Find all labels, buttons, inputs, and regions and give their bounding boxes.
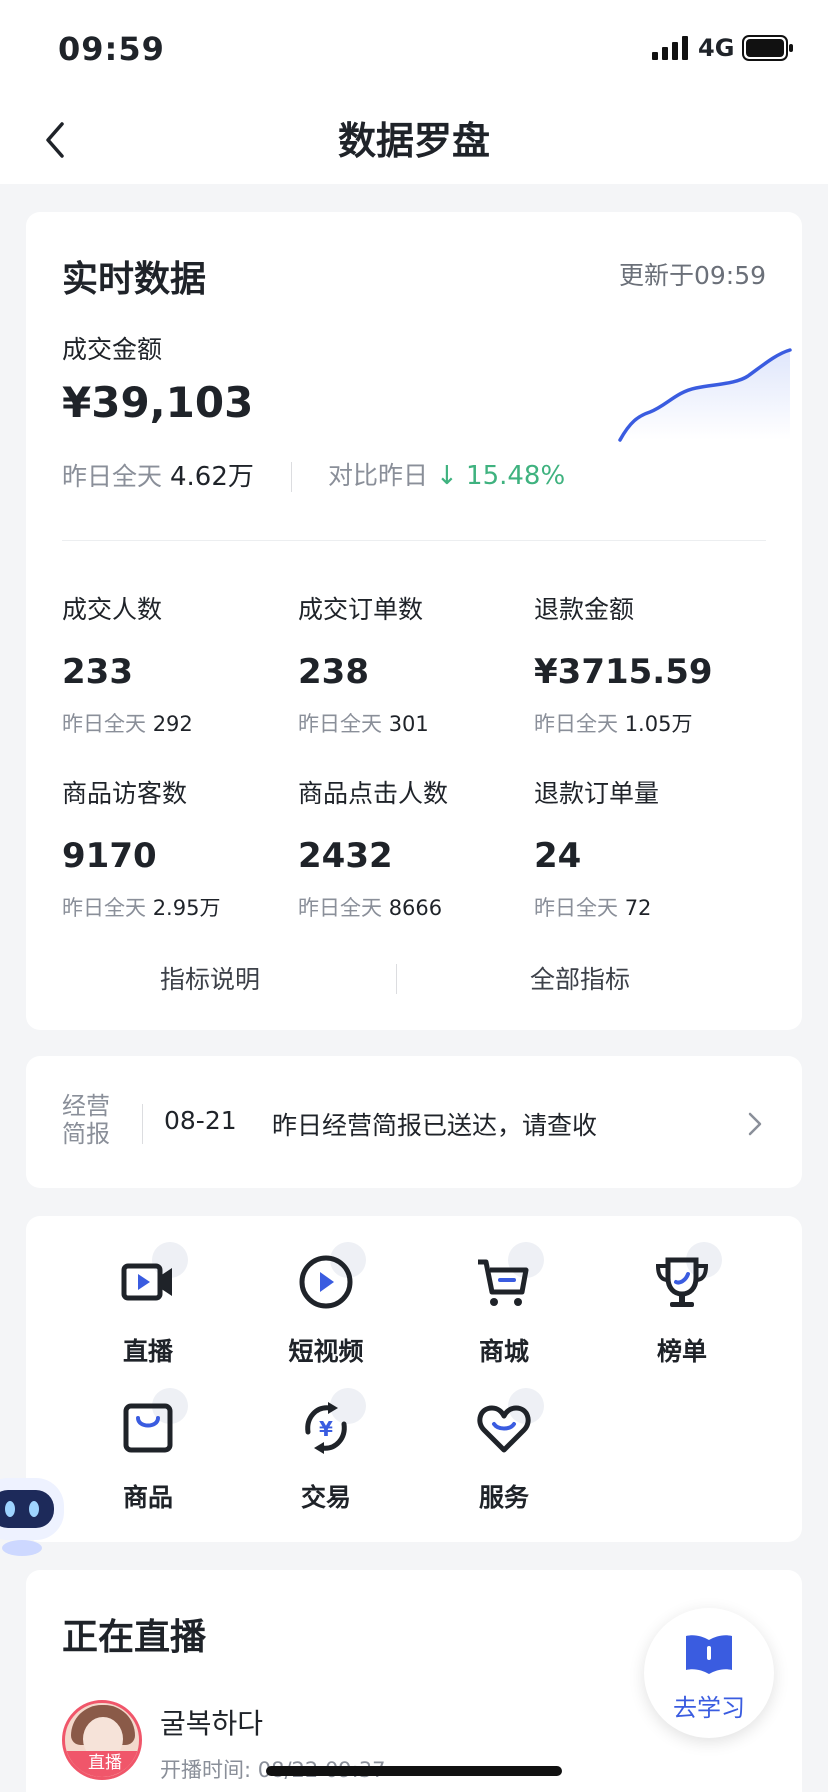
metric-orders[interactable]: 成交订单数 238 昨日全天 301: [298, 590, 528, 738]
business-report-card[interactable]: 经营简报 08-21 昨日经营简报已送达，请查收: [26, 1056, 802, 1188]
metric-label: 退款金额: [534, 595, 635, 624]
metric-value: ¥3715.59: [534, 652, 713, 692]
go-learn-label: 去学习: [673, 1694, 745, 1722]
metric-value: 2432: [298, 836, 393, 876]
home-indicator: [266, 1766, 562, 1776]
realtime-heading: 实时数据: [62, 259, 207, 300]
divider: [396, 964, 397, 994]
cart-icon: [478, 1259, 529, 1306]
entry-ranking[interactable]: 榜单: [622, 1242, 742, 1368]
compare-label: 对比昨日: [328, 461, 429, 490]
all-metrics-link[interactable]: 全部指标: [530, 960, 630, 996]
play-icon: [299, 1255, 353, 1309]
entry-label: 直播: [122, 1337, 173, 1366]
entry-trade[interactable]: ¥ 交易: [266, 1388, 386, 1514]
status-time: 09:59: [58, 30, 165, 68]
network-label: 4G: [698, 34, 735, 62]
gmv-yesterday: 昨日全天 4.62万: [62, 456, 254, 493]
report-date: 08-21: [164, 1106, 237, 1135]
entry-label: 商品: [122, 1483, 173, 1512]
section-divider: [62, 540, 766, 541]
go-learn-button[interactable]: 去学习: [644, 1608, 774, 1738]
status-bar: 09:59 4G: [0, 0, 828, 96]
avatar[interactable]: 直播: [62, 1700, 142, 1780]
bag-icon: [123, 1403, 173, 1453]
streamer-name[interactable]: 굴복하다: [160, 1702, 263, 1742]
report-message: 昨日经营简报已送达，请查收: [272, 1111, 598, 1140]
entry-label: 交易: [300, 1483, 351, 1512]
metric-yesterday: 昨日全天 8666: [298, 896, 443, 920]
trophy-icon: [655, 1257, 709, 1307]
metric-value: 233: [62, 652, 133, 692]
divider: [291, 462, 292, 492]
metric-yesterday: 昨日全天 301: [298, 712, 429, 736]
metric-refund-orders[interactable]: 退款订单量 24 昨日全天 72: [534, 774, 764, 922]
gmv-value: ¥39,103: [62, 378, 254, 427]
page-title: 数据罗盘: [337, 119, 490, 163]
entry-service[interactable]: 服务: [444, 1388, 564, 1514]
svg-text:¥: ¥: [319, 1417, 333, 1441]
metric-buyers[interactable]: 成交人数 233 昨日全天 292: [62, 590, 292, 738]
entry-label: 商城: [478, 1337, 529, 1366]
metric-value: 9170: [62, 836, 157, 876]
entry-mall[interactable]: 商城: [444, 1242, 564, 1368]
compare-value: 15.48%: [466, 461, 566, 491]
metric-yesterday: 昨日全天 292: [62, 712, 193, 736]
realtime-card: 实时数据 更新于09:59 成交金额 ¥39,103 昨日全天 4.62万 对比…: [26, 212, 802, 1030]
gmv-compare: 对比昨日 ↓ 15.48%: [328, 456, 565, 492]
entry-live[interactable]: 直播: [88, 1242, 208, 1368]
metric-yesterday: 昨日全天 72: [534, 896, 652, 920]
chevron-right-icon: [748, 1112, 762, 1136]
entry-label: 短视频: [288, 1337, 364, 1366]
gmv-sparkline: [618, 348, 792, 442]
yuan-exchange-icon: ¥: [305, 1402, 347, 1454]
report-tag: 经营简报: [62, 1092, 110, 1148]
robot-assistant-icon[interactable]: [0, 1464, 70, 1560]
metric-clickers[interactable]: 商品点击人数 2432 昨日全天 8666: [298, 774, 528, 922]
metric-visitors[interactable]: 商品访客数 9170 昨日全天 2.95万: [62, 774, 292, 922]
metric-label: 成交人数: [62, 595, 163, 624]
entry-label: 榜单: [656, 1337, 707, 1366]
metric-value: 238: [298, 652, 369, 692]
divider: [142, 1104, 143, 1144]
entry-product[interactable]: 商品: [88, 1388, 208, 1514]
entry-label: 服务: [478, 1483, 529, 1512]
metric-explain-link[interactable]: 指标说明: [160, 960, 260, 996]
live-badge: 直播: [65, 1751, 139, 1777]
entry-short-video[interactable]: 短视频: [266, 1242, 386, 1368]
nav-bar: 数据罗盘: [0, 96, 828, 184]
live-heading: 正在直播: [62, 1617, 207, 1658]
gmv-yesterday-value: 4.62万: [169, 462, 254, 492]
gmv-yesterday-label: 昨日全天: [62, 462, 163, 491]
battery-icon: [742, 35, 793, 61]
metric-label: 商品点击人数: [298, 779, 449, 808]
metric-yesterday: 昨日全天 1.05万: [534, 712, 693, 736]
live-camera-icon: [121, 1263, 172, 1301]
metric-value: 24: [534, 836, 582, 876]
feature-entries-card: 直播 短视频 商城 榜单 商品 ¥ 交易 服务: [26, 1216, 802, 1542]
metric-refund-amount[interactable]: 退款金额 ¥3715.59 昨日全天 1.05万: [534, 590, 764, 738]
metric-label: 退款订单量: [534, 779, 660, 808]
metric-yesterday: 昨日全天 2.95万: [62, 896, 221, 920]
metric-label: 商品访客数: [62, 779, 188, 808]
metric-label: 成交订单数: [298, 595, 424, 624]
update-time: 更新于09:59: [618, 261, 766, 290]
signal-icon: [652, 36, 688, 60]
heart-service-icon: [477, 1405, 531, 1453]
book-icon: [686, 1635, 732, 1674]
gmv-label: 成交金额: [62, 335, 163, 364]
arrow-down-icon: ↓: [435, 461, 467, 491]
